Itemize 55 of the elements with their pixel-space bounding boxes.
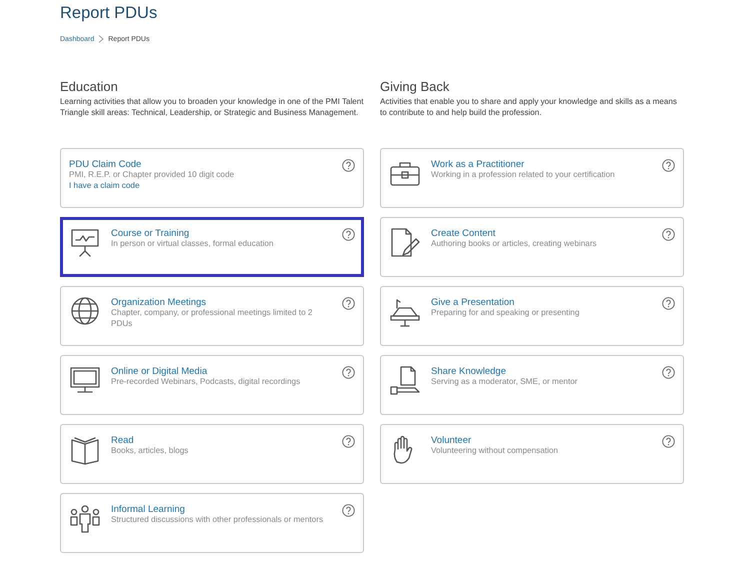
card-description: In person or virtual classes, formal education (111, 239, 274, 250)
card-title: Read (111, 435, 135, 446)
card-title: Share Knowledge (431, 366, 507, 377)
activity-card[interactable]: PDU Claim Code PMI, R.E.P. or Chapter provided 10 digit code I have a claim code (60, 148, 364, 208)
card-description: Preparing for and speaking or presenting (431, 308, 580, 318)
page-title: Report PDUs (60, 3, 158, 23)
card-description: Structured discussions with other professionals or mentors (111, 515, 324, 526)
activity-card[interactable]: Create Content Authoring books or articles, creating webinars (380, 217, 684, 277)
card-description: Volunteering without compensation (431, 446, 559, 456)
help-icon[interactable] (662, 159, 675, 172)
activity-card[interactable]: Read Books, articles, blogs (60, 424, 364, 484)
section-description: Learning activities that allow you to broaden your knowledge in one of the PMI Talent Triangle skill areas: Technical, Leadership, or Strategic and Business Management. (60, 96, 364, 119)
help-icon[interactable] (342, 228, 355, 241)
card-title: Give a Presentation (431, 297, 516, 308)
card-description: Pre-recorded Webinars, Podcasts, digital recordings (111, 377, 302, 388)
section-heading: Giving Back (380, 79, 450, 96)
help-icon[interactable] (342, 297, 355, 310)
document-pencil-icon (389, 227, 421, 259)
help-icon[interactable] (662, 228, 675, 241)
card-description: Books, articles, blogs (111, 446, 190, 456)
card-title: Work as a Practitioner (431, 159, 526, 170)
card-title: Create Content (431, 228, 496, 239)
activity-card[interactable]: Volunteer Volunteering without compensation (380, 424, 684, 484)
card-description: Serving as a moderator, SME, or mentor (431, 377, 579, 388)
activity-card[interactable]: Informal Learning Structured discussions with other professionals or mentors (60, 493, 364, 553)
people-icon (69, 503, 101, 535)
claim-code-link[interactable]: I have a claim code (69, 180, 140, 191)
help-icon[interactable] (342, 504, 355, 517)
card-description: Chapter, company, or professional meetings limited to 2 PDUs (111, 308, 314, 329)
card-description: Working in a profession related to your certification (431, 170, 616, 180)
help-icon[interactable] (342, 435, 355, 448)
section-heading: Education (60, 79, 119, 96)
activity-card[interactable]: Give a Presentation Preparing for and speaking or presenting (380, 286, 684, 346)
card-description: PMI, R.E.P. or Chapter provided 10 digit code (69, 170, 236, 180)
section-description: Activities that enable you to share and apply your knowledge and skills as a means to contribute to and help build the profession. (380, 96, 678, 119)
card-title: Course or Training (111, 228, 190, 239)
card-title: Organization Meetings (111, 297, 208, 308)
document-hand-icon (389, 365, 421, 397)
activity-card[interactable]: Online or Digital Media Pre-recorded Webinars, Podcasts, digital recordings (60, 355, 364, 415)
card-title: Volunteer (431, 435, 472, 446)
activity-card[interactable]: Work as a Practitioner Working in a profession related to your certification (380, 148, 684, 208)
card-title: Informal Learning (111, 504, 186, 515)
card-description: Authoring books or articles, creating webinars (431, 239, 598, 250)
help-icon[interactable] (662, 435, 675, 448)
help-icon[interactable] (342, 159, 355, 172)
help-icon[interactable] (342, 366, 355, 379)
activity-card[interactable]: Share Knowledge Serving as a moderator, SME, or mentor (380, 355, 684, 415)
card-title: Online or Digital Media (111, 366, 208, 377)
chevron-icon (98, 35, 104, 43)
activity-card[interactable]: Course or Training In person or virtual classes, formal education (60, 217, 364, 277)
activity-card[interactable]: Organization Meetings Chapter, company, or professional meetings limited to 2 PDUs (60, 286, 364, 346)
card-title: PDU Claim Code (69, 159, 142, 170)
board-icon (69, 227, 101, 259)
help-icon[interactable] (662, 297, 675, 310)
help-icon[interactable] (662, 366, 675, 379)
